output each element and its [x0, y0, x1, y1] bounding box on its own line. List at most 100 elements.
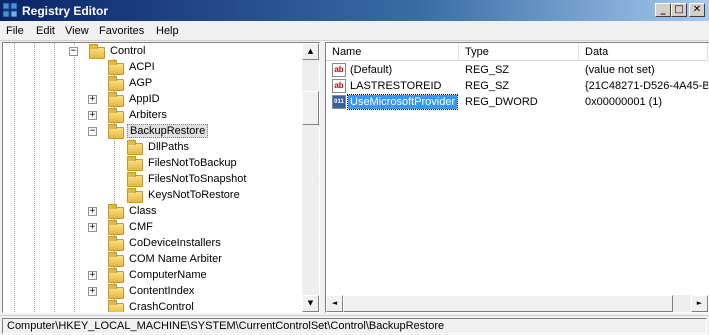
tree-node-contentindex[interactable]: + ContentIndex — [3, 284, 303, 300]
tree-node-label: AGP — [129, 77, 153, 89]
tree-node-label: CoDeviceInstallers — [129, 237, 221, 249]
scroll-down-button[interactable]: ▼ — [302, 295, 319, 312]
tree-node-label: CrashControl — [129, 301, 194, 313]
maximize-button[interactable]: □ — [671, 3, 687, 17]
tree-node-label: FilesNotToSnapshot — [148, 173, 247, 185]
value-type: REG_SZ — [465, 80, 510, 92]
folder-icon — [127, 140, 143, 155]
tree-vertical-scrollbar[interactable]: ▲ ▼ — [302, 43, 319, 312]
folder-icon — [108, 76, 124, 91]
collapse-icon[interactable]: − — [88, 127, 97, 136]
string-value-icon: ab — [332, 63, 346, 77]
tree-node-backuprestore[interactable]: − BackupRestore — [3, 124, 303, 140]
folder-icon — [108, 284, 124, 299]
folder-icon — [108, 252, 124, 267]
menu-file[interactable]: File — [6, 25, 24, 37]
expand-icon[interactable]: + — [88, 271, 97, 280]
status-bar: Computer\HKEY_LOCAL_MACHINE\SYSTEM\Curre… — [0, 315, 709, 335]
column-header-type[interactable]: Type — [459, 43, 579, 61]
value-name: UseMicrosoftProvider — [346, 94, 459, 110]
tree-node-label: COM Name Arbiter — [129, 253, 222, 265]
tree-node-dllpaths[interactable]: DllPaths — [3, 140, 303, 156]
tree-node-crashcontrol[interactable]: CrashControl — [3, 300, 303, 313]
tree-node-label: BackupRestore — [127, 124, 209, 138]
tree-node-class[interactable]: + Class — [3, 204, 303, 220]
expand-icon[interactable]: + — [88, 287, 97, 296]
tree-node-label: ContentIndex — [129, 285, 195, 297]
scroll-right-button[interactable]: ► — [691, 295, 708, 312]
tree-node-keysnottorestore[interactable]: KeysNotToRestore — [3, 188, 303, 204]
folder-icon — [89, 44, 105, 59]
folder-icon — [108, 300, 124, 312]
menu-edit[interactable]: Edit — [36, 25, 55, 37]
tree-node-label: CMF — [129, 221, 153, 233]
tree-node-cmf[interactable]: + CMF — [3, 220, 303, 236]
key-tree-pane[interactable]: − Control ACPI AGP + AppID + Arbiters − BackupRes… — [2, 42, 320, 313]
column-header-name[interactable]: Name — [326, 43, 459, 61]
tree-scroll-thumb[interactable] — [302, 91, 319, 125]
folder-icon — [108, 204, 124, 219]
expand-icon[interactable]: + — [88, 95, 97, 104]
tree-node-appid[interactable]: + AppID — [3, 92, 303, 108]
tree-node-filesnottosnapshot[interactable]: FilesNotToSnapshot — [3, 172, 303, 188]
minimize-button[interactable]: _ — [655, 3, 671, 17]
tree-node-label: FilesNotToBackup — [148, 157, 237, 169]
folder-icon — [108, 60, 124, 75]
folder-icon — [108, 124, 124, 139]
value-type: REG_SZ — [465, 64, 510, 76]
registry-editor-icon — [3, 3, 17, 17]
column-header-data[interactable]: Data — [579, 43, 708, 61]
value-name: (Default) — [350, 64, 393, 76]
tree-node-label: DllPaths — [148, 141, 189, 153]
scroll-left-button[interactable]: ◄ — [326, 295, 343, 312]
current-key-path: Computer\HKEY_LOCAL_MACHINE\SYSTEM\Curre… — [2, 318, 707, 334]
values-scroll-thumb[interactable] — [343, 295, 673, 312]
menu-bar: File Edit View Favorites Help — [0, 21, 709, 41]
value-type: REG_DWORD — [465, 96, 538, 108]
expand-icon[interactable]: + — [88, 111, 97, 120]
values-horizontal-scrollbar[interactable]: ◄ ► — [326, 295, 708, 312]
tree-node-codeviceinstallers[interactable]: CoDeviceInstallers — [3, 236, 303, 252]
expand-icon[interactable]: + — [88, 207, 97, 216]
folder-icon — [108, 108, 124, 123]
tree-node-agp[interactable]: AGP — [3, 76, 303, 92]
value-row[interactable]: 011 UseMicrosoftProvider REG_DWORD 0x000000… — [326, 94, 708, 110]
folder-icon — [127, 156, 143, 171]
menu-help[interactable]: Help — [156, 25, 179, 37]
value-row[interactable]: ab (Default) REG_SZ (value not set) — [326, 62, 708, 78]
tree-node-label: Arbiters — [129, 109, 167, 121]
tree-node-label: Class — [129, 205, 157, 217]
collapse-icon[interactable]: − — [69, 47, 78, 56]
tree-node-label: AppID — [129, 93, 160, 105]
menu-view[interactable]: View — [65, 25, 89, 37]
string-value-icon: ab — [332, 79, 346, 93]
binary-value-icon: 011 — [332, 95, 346, 109]
value-name: LASTRESTOREID — [350, 80, 442, 92]
values-list-pane[interactable]: Name Type Data ab (Default) REG_SZ (value n… — [325, 42, 709, 313]
expand-icon[interactable]: + — [88, 223, 97, 232]
value-data: {21C48271-D526-4A45-B — [585, 80, 708, 92]
folder-icon — [127, 188, 143, 203]
tree-node-label: KeysNotToRestore — [148, 189, 240, 201]
folder-icon — [108, 92, 124, 107]
folder-icon — [127, 172, 143, 187]
tree-node-com-name-arbiter[interactable]: COM Name Arbiter — [3, 252, 303, 268]
tree-node-label: ACPI — [129, 61, 155, 73]
value-row[interactable]: ab LASTRESTOREID REG_SZ {21C48271-D526-4A45… — [326, 78, 708, 94]
folder-icon — [108, 236, 124, 251]
tree-node-filesnottobackup[interactable]: FilesNotToBackup — [3, 156, 303, 172]
title-bar[interactable]: Registry Editor _ □ ✕ — [0, 0, 709, 21]
tree-node-label: Control — [110, 45, 146, 57]
folder-icon — [108, 220, 124, 235]
tree-node-arbiters[interactable]: + Arbiters — [3, 108, 303, 124]
value-data: (value not set) — [585, 64, 655, 76]
tree-node-acpi[interactable]: ACPI — [3, 60, 303, 76]
close-button[interactable]: ✕ — [689, 3, 705, 17]
tree-node-control[interactable]: − Control — [3, 44, 303, 60]
tree-node-label: ComputerName — [129, 269, 207, 281]
folder-icon — [108, 268, 124, 283]
menu-favorites[interactable]: Favorites — [99, 25, 144, 37]
tree-node-computername[interactable]: + ComputerName — [3, 268, 303, 284]
value-data: 0x00000001 (1) — [585, 96, 663, 108]
scroll-up-button[interactable]: ▲ — [302, 43, 319, 60]
